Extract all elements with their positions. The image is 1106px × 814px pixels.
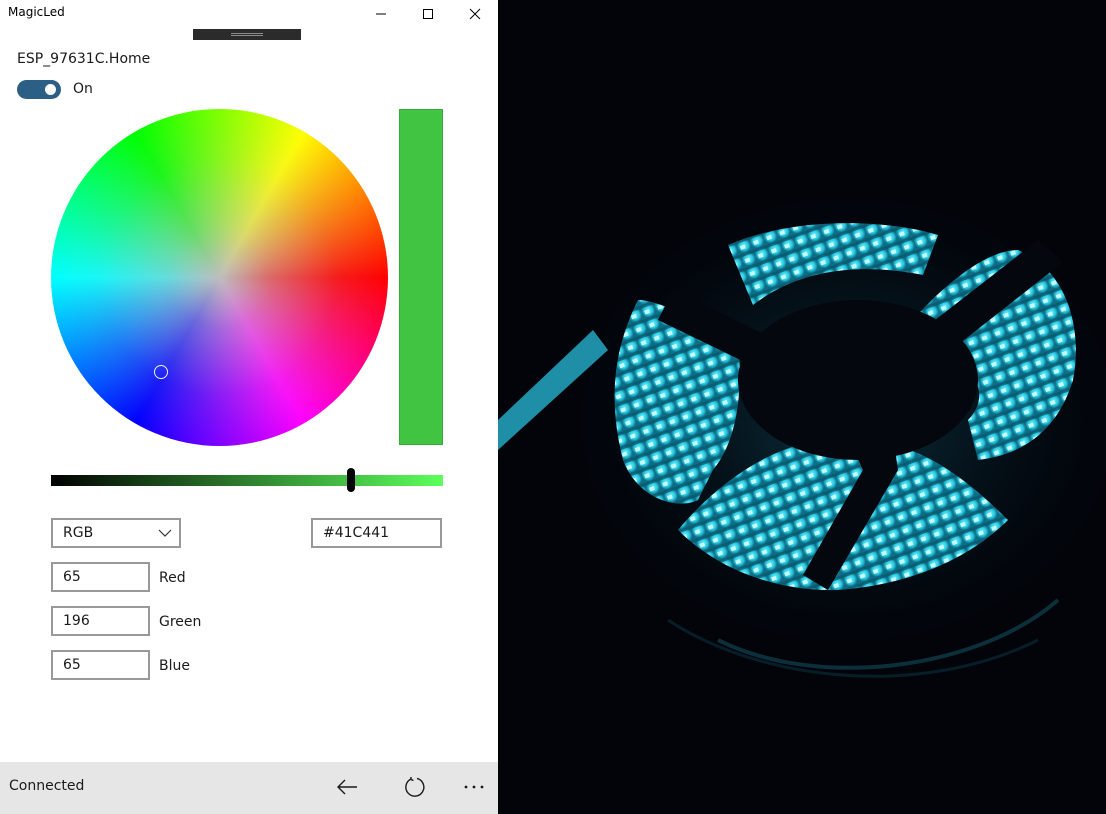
hex-input[interactable]: #41C441 bbox=[311, 518, 442, 548]
led-strip-photo bbox=[498, 0, 1106, 814]
red-label: Red bbox=[159, 570, 186, 586]
brightness-track bbox=[51, 475, 443, 486]
device-name: ESP_97631C.Home bbox=[17, 51, 151, 67]
color-mode-select[interactable]: RGB bbox=[51, 518, 181, 548]
connection-status: Connected bbox=[9, 778, 85, 794]
back-button[interactable] bbox=[325, 762, 369, 812]
refresh-icon bbox=[405, 777, 425, 797]
hex-value: #41C441 bbox=[323, 525, 390, 541]
maximize-button[interactable] bbox=[405, 0, 451, 28]
chevron-down-icon bbox=[158, 529, 172, 537]
pane-drag-handle[interactable] bbox=[193, 29, 301, 40]
brightness-thumb[interactable] bbox=[347, 468, 355, 492]
power-toggle[interactable] bbox=[17, 80, 61, 99]
color-preview bbox=[399, 109, 443, 445]
green-label: Green bbox=[159, 614, 202, 630]
title-bar[interactable]: MagicLed bbox=[0, 0, 498, 28]
blue-input[interactable]: 65 bbox=[51, 650, 150, 680]
more-button[interactable] bbox=[452, 762, 496, 812]
color-wheel[interactable] bbox=[51, 109, 388, 446]
brightness-slider[interactable] bbox=[51, 468, 443, 492]
red-value: 65 bbox=[63, 569, 81, 585]
more-icon bbox=[464, 785, 484, 789]
app-window: MagicLed ESP_97631C.Home On RGB #41C441 … bbox=[0, 0, 498, 814]
minimize-button[interactable] bbox=[358, 0, 404, 28]
grip-line bbox=[231, 35, 263, 36]
color-wheel-selector[interactable] bbox=[154, 365, 168, 379]
green-value: 196 bbox=[63, 613, 90, 629]
red-input[interactable]: 65 bbox=[51, 562, 150, 592]
blue-value: 65 bbox=[63, 657, 81, 673]
close-button[interactable] bbox=[452, 0, 498, 28]
wheel-saturation-overlay bbox=[51, 109, 388, 446]
minimize-icon bbox=[376, 13, 386, 15]
blue-label: Blue bbox=[159, 658, 190, 674]
back-arrow-icon bbox=[337, 779, 357, 795]
close-icon bbox=[469, 8, 481, 20]
color-mode-value: RGB bbox=[63, 525, 94, 541]
green-input[interactable]: 196 bbox=[51, 606, 150, 636]
power-toggle-label: On bbox=[73, 81, 93, 97]
maximize-icon bbox=[423, 9, 433, 19]
toggle-knob bbox=[45, 84, 56, 95]
led-reel-illustration bbox=[498, 170, 1106, 678]
grip-line bbox=[231, 33, 263, 34]
app-title: MagicLed bbox=[8, 5, 65, 19]
refresh-button[interactable] bbox=[393, 762, 437, 812]
status-bar: Connected bbox=[0, 762, 498, 814]
